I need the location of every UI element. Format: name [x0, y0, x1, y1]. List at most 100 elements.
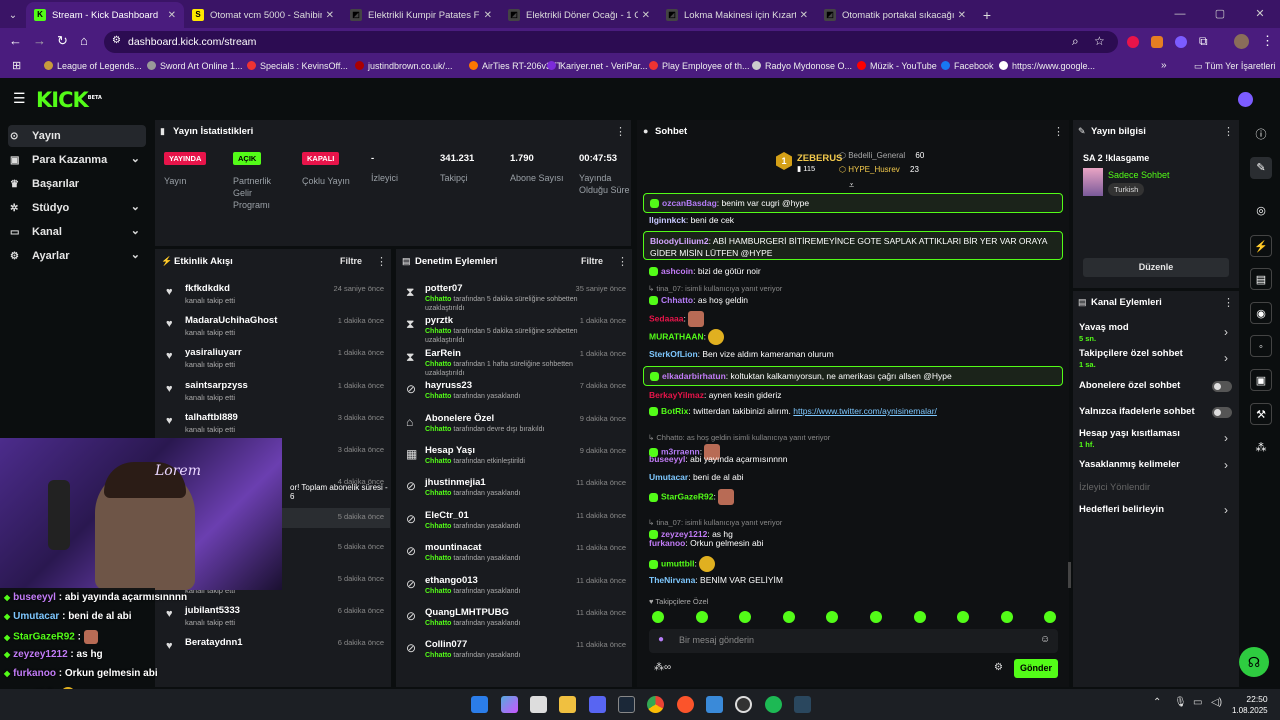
tools-icon[interactable]: ⚒ [1250, 403, 1272, 425]
kick-logo[interactable]: KICKBETA [36, 88, 102, 112]
browser-tab[interactable]: ◩ Lokma Makinesi için Kızartma T ✕ [658, 2, 816, 28]
channel-action-hedefleri-belirleyin[interactable]: Hedefleri belirleyin › [1076, 503, 1236, 524]
chat-message[interactable]: Umutacar: beni de al abi [643, 472, 1063, 482]
moderator-name[interactable]: Chhatto [425, 588, 451, 595]
moderator-name[interactable]: Chhatto [425, 361, 451, 368]
supporter-2[interactable]: ⬡ Bedelli_General 60 [839, 151, 924, 160]
chat-message[interactable]: Ilginnkck: beni de cek [643, 215, 1063, 225]
moderation-more-icon[interactable]: ⋮ [617, 255, 628, 268]
clock-time[interactable]: 22:50 [1239, 694, 1275, 704]
chat-message[interactable]: Chhatto: as hoş geldin [643, 295, 1063, 306]
emote-icon[interactable] [913, 611, 926, 623]
bookmark-item[interactable]: Müzik - YouTube [857, 61, 937, 71]
channel-action-abonelere-özel-sohbet[interactable]: Abonelere özel sohbet [1076, 380, 1236, 400]
zoom-icon[interactable]: ⌕ [1072, 34, 1079, 49]
browser-tab[interactable]: S Otomat vcm 5000 - Sahibinden ✕ [184, 2, 342, 28]
forward-icon[interactable]: → [33, 33, 46, 48]
moderator-name[interactable]: Chhatto [425, 523, 451, 530]
moderator-name[interactable]: Chhatto [425, 620, 451, 627]
chat-message[interactable]: furkanoo: Orkun gelmesin abi [643, 538, 1063, 548]
extension-icon-3[interactable] [1175, 36, 1187, 48]
site-info-icon[interactable]: ⚙ [112, 35, 121, 46]
chat-message[interactable]: TheNirvana: BENİM VAR GELİYİM [643, 575, 1063, 585]
chat-message[interactable]: buseeyyl: abi yayında açarmısınnnn [643, 454, 1063, 464]
category-link[interactable]: Sadece Sohbet [1108, 170, 1170, 180]
chat-message[interactable]: BloodyLilium2: ABİ HAMBURGERİ BİTİREMEYİ… [643, 231, 1063, 260]
spotify-icon[interactable] [765, 696, 782, 713]
chat-users-icon[interactable]: ⁂∞ [654, 662, 671, 673]
home-icon[interactable]: ⌂ [80, 33, 88, 48]
activity-item[interactable]: ♥ yasiraliuyarr kanalı takip etti 1 dakika … [160, 344, 390, 376]
store-icon[interactable] [530, 696, 547, 713]
browser-menu-icon[interactable]: ⋮ [1261, 33, 1274, 49]
tab-close-icon[interactable]: ✕ [800, 10, 808, 21]
bookmark-item[interactable]: Facebook [941, 61, 994, 71]
brave-icon[interactable] [677, 696, 694, 713]
moderation-item[interactable]: ⊘ QuangLMHTPUBG Chhatto tarafından yasakla… [400, 605, 632, 637]
toggle-switch[interactable] [1212, 381, 1232, 392]
sidebar-item-başarılar[interactable]: ♛ Başarılar [8, 173, 146, 195]
new-tab-button[interactable]: + [974, 2, 1000, 28]
moderation-item[interactable]: ⧗ potter07 Chhatto tarafından 5 dakika sür… [400, 281, 632, 313]
chat-message[interactable]: ashcoin: bizi de götür noir [643, 266, 1063, 277]
chat-username[interactable]: BerkayYilmaz [649, 390, 704, 400]
emote-icon[interactable] [652, 611, 664, 623]
emoji-icon[interactable]: ☺ [1040, 634, 1050, 645]
toggle-switch[interactable] [1212, 407, 1232, 418]
info-icon[interactable]: ⓘ [1250, 124, 1272, 146]
tab-close-icon[interactable]: ✕ [484, 10, 492, 21]
clock-date[interactable]: 1.08.2025 [1232, 706, 1268, 715]
stream-info-more-icon[interactable]: ⋮ [1223, 125, 1234, 138]
bookmark-item[interactable]: Kariyer.net - VeriPar... [547, 61, 648, 71]
chat-message[interactable]: Sedaaaa: [643, 311, 1063, 327]
chat-settings-icon[interactable]: ⚙ [994, 662, 1003, 673]
reply-context[interactable]: ↳ tina_07: isimli kullanıcıya yanıt veri… [648, 518, 782, 527]
back-icon[interactable]: ← [9, 33, 22, 48]
supporter-3[interactable]: ⬡ HYPE_Husrev 23 [839, 165, 919, 174]
reload-icon[interactable]: ↻ [57, 33, 68, 49]
moderator-name[interactable]: Chhatto [425, 296, 451, 303]
moderation-item[interactable]: ▦ Hesap Yaşı Chhatto tarafından etkinleşti… [400, 443, 632, 475]
apps-grid-icon[interactable]: ⊞ [12, 59, 21, 72]
lightning-icon[interactable]: ⚡ [1250, 235, 1272, 257]
emote-icon[interactable] [870, 611, 882, 623]
emote-icon[interactable] [695, 611, 708, 623]
moderation-item[interactable]: ⊘ hayruss23 Chhatto tarafından yasaklandı 7… [400, 378, 632, 410]
activity-item[interactable]: ♥ saintsarpzyss kanalı takip etti 1 dakika … [160, 377, 390, 409]
chat-username[interactable]: MURATHAAN [649, 331, 704, 341]
chat-username[interactable]: furkanoo [649, 538, 685, 548]
chat-message[interactable]: ozcanBasdag: benim var cugri @hype [643, 193, 1063, 213]
bookmark-item[interactable]: justindbrown.co.uk/... [355, 61, 453, 71]
chat-username[interactable]: StarGazeR92 [661, 491, 713, 501]
moderation-item[interactable]: ⧗ EarRein Chhatto tarafından 1 hafta sürel… [400, 346, 632, 378]
target-icon[interactable]: ◎ [1250, 200, 1272, 222]
bookmark-item[interactable]: Sword Art Online 1... [147, 61, 243, 71]
browser-tab[interactable]: ◩ Elektrikli Döner Ocağı - 1 Gözlü ✕ [500, 2, 658, 28]
chat-link[interactable]: https://www.twitter.com/aynisinemalar/ [793, 406, 937, 416]
chat-message[interactable]: BotRix: twitterdan takibinizi alırım. ht… [643, 406, 1063, 417]
bookmark-item[interactable]: Radyo Mydonose O... [752, 61, 852, 71]
emote-icon[interactable] [1000, 611, 1013, 623]
sidebar-item-stüdyo[interactable]: ✲ Stüdyo ⌄ [8, 197, 146, 219]
minimize-button[interactable]: — [1160, 2, 1200, 28]
chat-message[interactable]: BerkayYilmaz: aynen kesin gideriz [643, 390, 1063, 400]
bookmark-item[interactable]: League of Legends... [44, 61, 142, 71]
tray-volume-icon[interactable]: ◁) [1211, 697, 1222, 708]
moderator-name[interactable]: Chhatto [425, 393, 451, 400]
browser-tab[interactable]: ◩ Otomatik portakal sıkacağı - Tu ✕ [816, 2, 974, 28]
bookmark-item[interactable]: Play Employee of th... [649, 61, 750, 71]
chat-scrollbar[interactable] [1068, 562, 1071, 588]
reply-context[interactable]: ↳ tina_07: isimli kullanıcıya yanıt veri… [648, 284, 782, 293]
hamburger-menu-icon[interactable]: ☰ [13, 90, 26, 107]
tab-close-icon[interactable]: ✕ [958, 10, 966, 21]
sidebar-item-yayın[interactable]: ⊙ Yayın [8, 125, 146, 147]
channel-action-yasaklanmış-kelimeler[interactable]: Yasaklanmış kelimeler › [1076, 458, 1236, 479]
obs-icon[interactable] [735, 696, 752, 713]
chat-username[interactable]: Chhatto [661, 295, 693, 305]
activity-item[interactable]: ♥ fkfkdkdkd kanalı takip etti 24 saniye önc… [160, 280, 390, 312]
browser-tab[interactable]: ◩ Elektrikli Kumpir Patates Fırını - ✕ [342, 2, 500, 28]
steam-2-icon[interactable] [794, 696, 811, 713]
collapse-icon[interactable]: ⩡ [849, 180, 854, 191]
moderation-item[interactable]: ⊘ jhustinmejia1 Chhatto tarafından yasakla… [400, 475, 632, 507]
profile-avatar[interactable] [1234, 34, 1249, 49]
